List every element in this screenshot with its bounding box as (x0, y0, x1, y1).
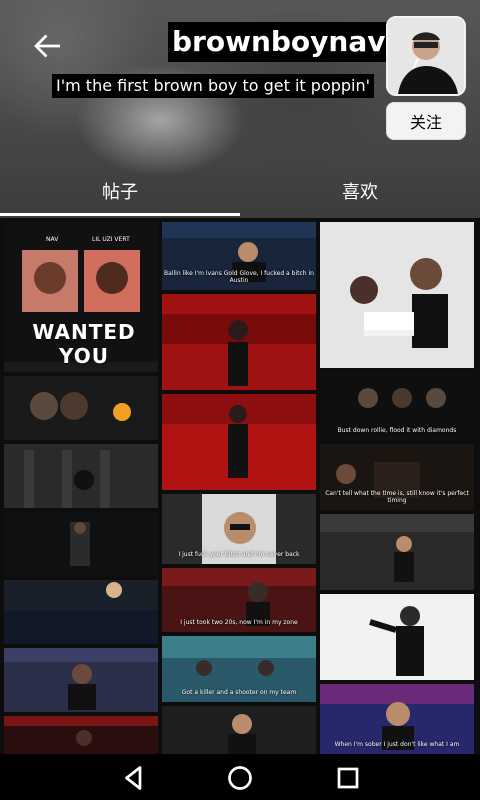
post-thumbnail[interactable] (162, 706, 316, 754)
post-caption: Can't tell what the time is, still know … (325, 490, 469, 504)
album-title: WANTED YOU (32, 320, 136, 368)
post-thumbnail[interactable]: I just took two 20s, now I'm in my zone (162, 568, 316, 632)
post-thumbnail[interactable] (4, 376, 158, 440)
post-thumbnail[interactable]: NAV LIL UZI VERT WANTED YOU (4, 222, 158, 372)
post-thumbnail[interactable] (162, 394, 316, 490)
post-thumbnail[interactable]: Can't tell what the time is, still know … (320, 444, 474, 510)
post-thumbnail[interactable]: Bust down rollie, flood it with diamonds (320, 372, 474, 440)
avatar[interactable] (386, 16, 466, 96)
follow-button[interactable]: 关注 (386, 102, 466, 140)
post-thumbnail[interactable] (320, 594, 474, 680)
post-caption: I just took two 20s, now I'm in my zone (180, 619, 298, 626)
post-thumbnail[interactable] (4, 716, 158, 754)
post-caption: Bust down rollie, flood it with diamonds (337, 427, 457, 434)
tab-posts[interactable]: 帖子 (102, 178, 138, 204)
post-thumbnail[interactable] (162, 294, 316, 390)
post-thumbnail[interactable]: When I'm sober I just don't like what I … (320, 684, 474, 754)
profile-username: brownboynav (168, 22, 390, 62)
nav-home-button[interactable] (222, 760, 258, 796)
post-thumbnail[interactable]: I just fuck your bitch and I'm never bac… (162, 494, 316, 564)
nav-back-button[interactable] (116, 760, 152, 796)
album-artist-left: NAV (46, 236, 59, 243)
tab-indicator (0, 213, 240, 216)
profile-bio: I'm the first brown boy to get it poppin… (52, 74, 375, 98)
album-artist-right: LIL UZI VERT (92, 236, 130, 243)
post-thumbnail[interactable] (320, 514, 474, 590)
triangle-back-icon (125, 766, 142, 790)
post-caption: I just fuck your bitch and I'm never bac… (178, 551, 300, 558)
post-caption: Got a killer and a shooter on my team (181, 689, 297, 696)
tab-likes[interactable]: 喜欢 (342, 178, 378, 204)
post-caption: When I'm sober I just don't like what I … (334, 741, 460, 748)
profile-header: brownboynav I'm the first brown boy to g… (0, 0, 480, 218)
back-arrow-icon (34, 34, 60, 58)
circle-home-icon (228, 766, 252, 790)
post-thumbnail[interactable] (4, 512, 158, 576)
post-thumbnail[interactable]: Got a killer and a shooter on my team (162, 636, 316, 702)
post-thumbnail[interactable] (4, 648, 158, 712)
post-thumbnail[interactable] (320, 222, 474, 368)
posts-grid: NAV LIL UZI VERT WANTED YOU Ballin like … (0, 218, 480, 754)
post-thumbnail[interactable]: Ballin like I'm Ivans Gold Glove, I fuck… (162, 222, 316, 290)
nav-recents-button[interactable] (330, 760, 366, 796)
post-thumbnail[interactable] (4, 580, 158, 644)
post-thumbnail[interactable] (4, 444, 158, 508)
square-recents-icon (337, 767, 359, 789)
post-caption: Ballin like I'm Ivans Gold Glove, I fuck… (164, 270, 314, 284)
system-nav-bar (0, 754, 480, 800)
profile-tabs: 帖子 喜欢 (0, 170, 480, 218)
back-button[interactable] (30, 28, 66, 64)
